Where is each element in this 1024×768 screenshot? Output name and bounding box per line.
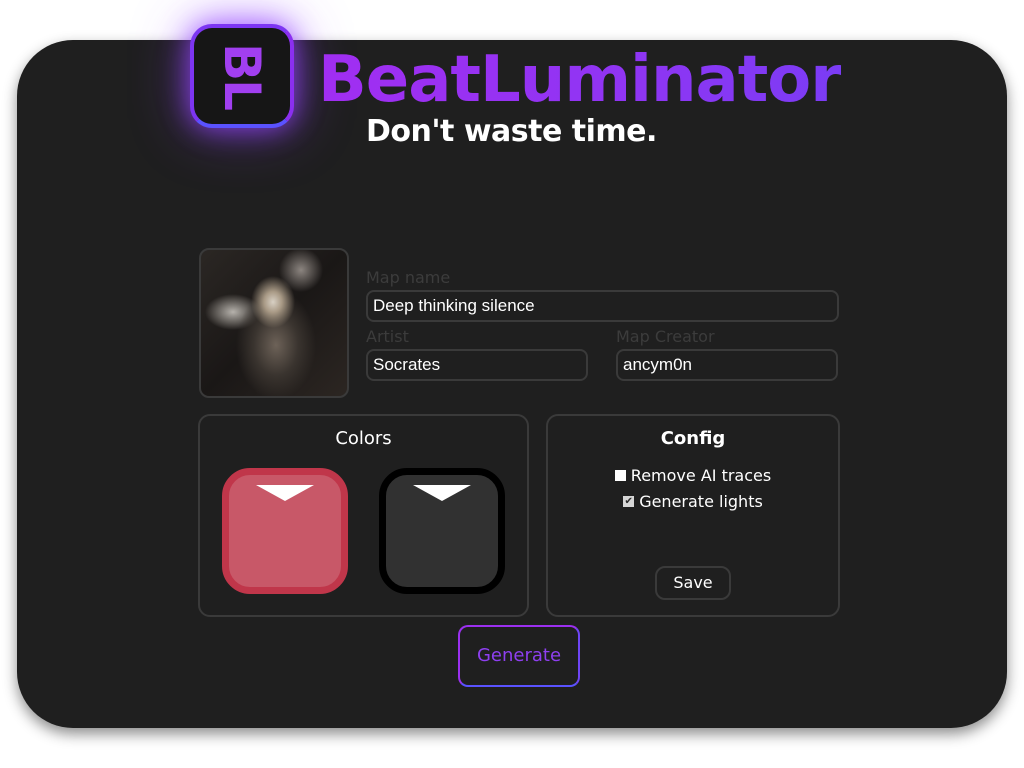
app-logo: BL [190, 24, 294, 128]
checkbox-remove-ai-traces[interactable] [614, 470, 626, 481]
album-cover-image[interactable] [199, 248, 349, 398]
option-label: Remove AI traces [630, 466, 772, 485]
left-color-swatch[interactable] [222, 468, 348, 594]
map-creator-input[interactable] [616, 349, 838, 381]
option-label: Generate lights [639, 492, 763, 511]
map-name-input[interactable] [366, 290, 839, 322]
config-panel: Config Remove AI traces ✔ Generate lights… [546, 414, 840, 617]
swatch-arrow-icon [413, 485, 471, 501]
option-generate-lights[interactable]: ✔ Generate lights [548, 492, 838, 511]
colors-panel-title: Colors [335, 428, 392, 449]
checkbox-generate-lights[interactable]: ✔ [623, 496, 635, 507]
artist-label: Artist [366, 327, 409, 346]
map-creator-label: Map Creator [616, 327, 715, 346]
generate-button[interactable]: Generate [458, 625, 580, 687]
artist-input[interactable] [366, 349, 588, 381]
option-remove-ai-traces[interactable]: Remove AI traces [548, 466, 838, 485]
save-button[interactable]: Save [655, 566, 731, 600]
colors-panel: Colors [198, 414, 529, 617]
map-name-label: Map name [366, 268, 451, 287]
config-panel-title: Config [660, 428, 726, 449]
app-tagline: Don't waste time. [366, 114, 657, 149]
app-title: BeatLuminator [318, 38, 842, 122]
logo-text: BL [213, 43, 271, 109]
swatch-arrow-icon [256, 485, 314, 501]
right-color-swatch[interactable] [379, 468, 505, 594]
